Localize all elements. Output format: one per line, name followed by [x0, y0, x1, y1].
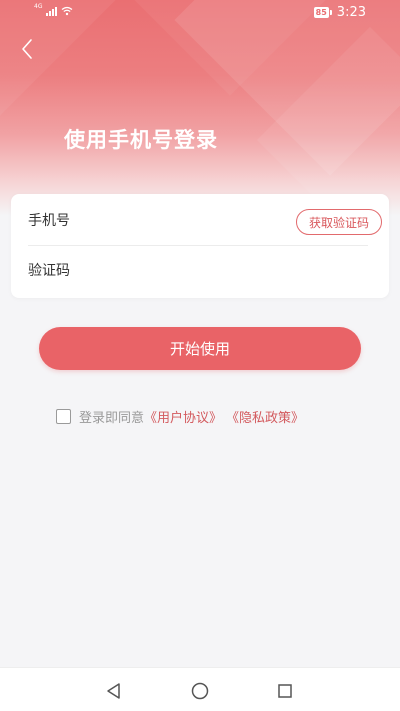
phone-row: 获取验证码: [28, 196, 382, 246]
nav-back-button[interactable]: [103, 680, 125, 702]
back-button[interactable]: [14, 36, 40, 62]
nav-recent-button[interactable]: [274, 680, 296, 702]
back-arrow-icon: [22, 39, 32, 59]
page-title: 使用手机号登录: [64, 128, 218, 152]
signal-icon: [46, 6, 58, 16]
start-button[interactable]: 开始使用: [39, 327, 361, 370]
get-code-button[interactable]: 获取验证码: [295, 209, 382, 235]
wifi-icon: [62, 6, 73, 16]
status-bar: 4G 85 3:23: [0, 0, 400, 26]
code-row: [28, 246, 368, 296]
network-type: 4G: [34, 3, 43, 10]
verification-code-input[interactable]: [28, 256, 368, 286]
nav-home-button[interactable]: [189, 680, 211, 702]
navigation-bar: [0, 667, 400, 711]
privacy-policy-link[interactable]: 《隐私政策》: [226, 407, 304, 426]
agreement: 登录即同意 《用户协议》 《隐私政策》: [56, 406, 304, 426]
nav-home-icon: [191, 682, 209, 700]
nav-back-icon: [107, 683, 120, 699]
login-form: 获取验证码: [11, 194, 389, 298]
nav-recent-icon: [278, 684, 292, 698]
agreement-prefix: 登录即同意: [79, 410, 145, 426]
battery-icon: 85: [313, 7, 332, 18]
status-time: 3:23: [336, 5, 366, 20]
user-agreement-link[interactable]: 《用户协议》: [144, 407, 222, 426]
agree-checkbox[interactable]: [56, 408, 71, 424]
